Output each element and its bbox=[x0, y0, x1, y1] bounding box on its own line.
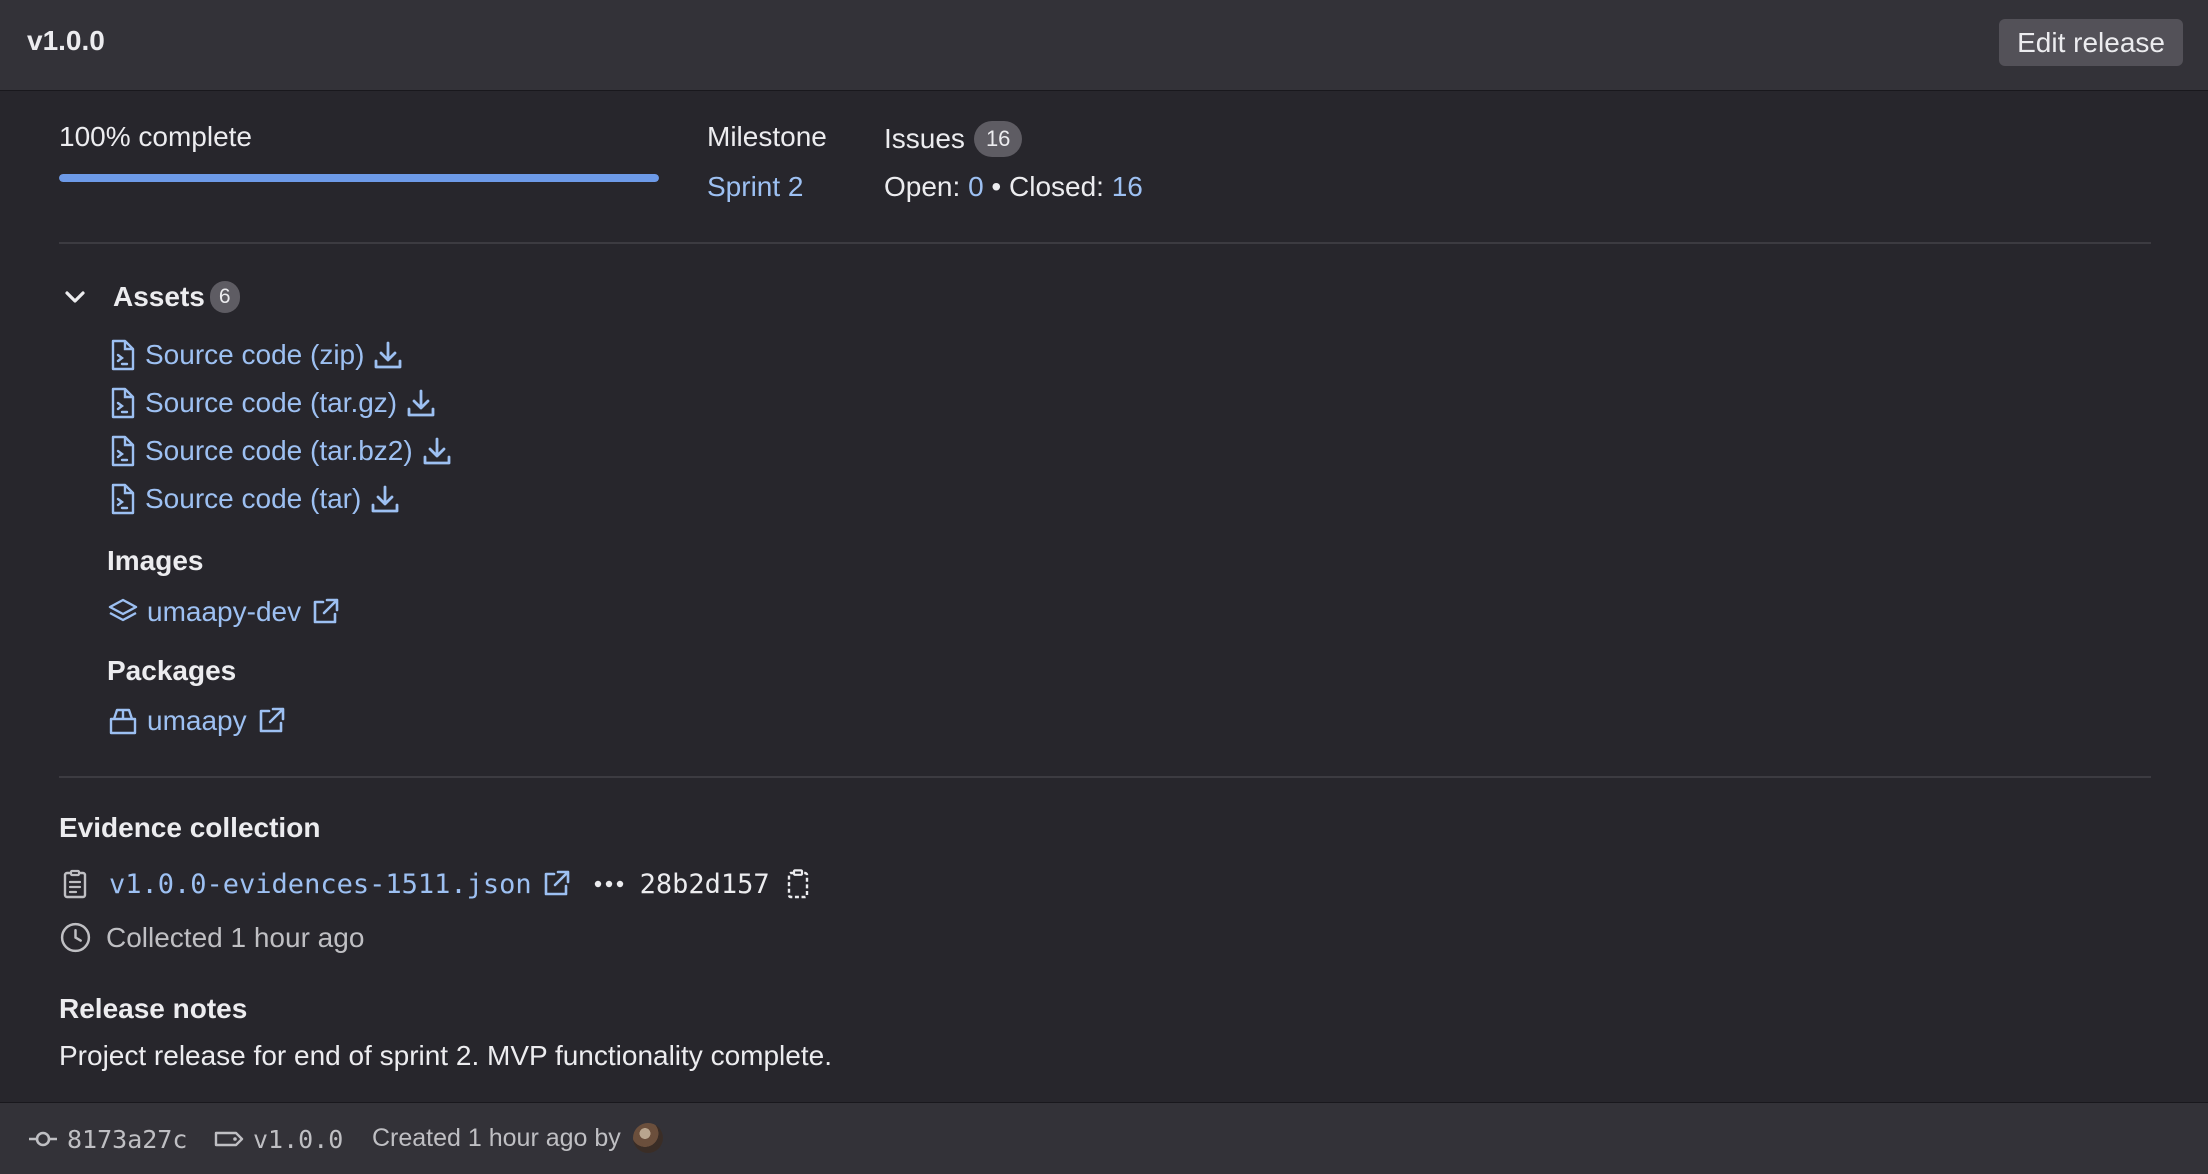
ellipsis-icon[interactable] bbox=[592, 868, 626, 900]
footer-commit-sha: 8173a27c bbox=[67, 1124, 188, 1154]
external-link-icon[interactable] bbox=[540, 868, 572, 900]
footer-tag[interactable]: v1.0.0 bbox=[213, 1123, 343, 1155]
evidence-collected-row: Collected 1 hour ago bbox=[59, 921, 364, 954]
asset-source-tar[interactable]: Source code (tar) bbox=[107, 483, 401, 515]
images-heading: Images bbox=[107, 545, 204, 576]
file-code-icon bbox=[107, 483, 137, 515]
asset-source-targz[interactable]: Source code (tar.gz) bbox=[107, 387, 437, 419]
release-footer: 8173a27c v1.0.0 Created 1 hour ago by bbox=[0, 1102, 2208, 1174]
package-icon bbox=[107, 705, 139, 737]
footer-commit[interactable]: 8173a27c bbox=[27, 1123, 187, 1155]
release-notes-heading: Release notes bbox=[59, 993, 248, 1024]
download-icon[interactable] bbox=[369, 483, 401, 515]
edit-release-button[interactable]: Edit release bbox=[1999, 19, 2183, 66]
evidence-row: v1.0.0-evidences-1511.json 28b2d157 bbox=[59, 868, 814, 900]
issues-closed-link[interactable]: 16 bbox=[1112, 171, 1143, 202]
progress-bar-fill bbox=[59, 174, 659, 182]
issues-closed-label: Closed: bbox=[1009, 171, 1104, 202]
issues-summary: Open: 0 • Closed: 16 bbox=[884, 171, 1143, 203]
package-asset[interactable]: umaapy bbox=[107, 705, 287, 737]
issues-label: Issues bbox=[884, 123, 965, 154]
milestone-link[interactable]: Sprint 2 bbox=[707, 171, 804, 203]
issues-count-badge: 16 bbox=[973, 121, 1023, 157]
clipboard-icon bbox=[59, 868, 91, 900]
issues-open-label: Open: bbox=[884, 171, 961, 202]
assets-count-badge: 6 bbox=[209, 281, 240, 313]
image-asset-link[interactable]: umaapy-dev bbox=[147, 596, 301, 628]
progress-bar bbox=[59, 174, 659, 182]
footer-tag-name: v1.0.0 bbox=[253, 1124, 344, 1154]
container-image-icon bbox=[107, 596, 139, 628]
evidence-collected-text: Collected 1 hour ago bbox=[106, 921, 365, 953]
issues-separator: • bbox=[991, 171, 1002, 202]
release-notes-text: Project release for end of sprint 2. MVP… bbox=[59, 1040, 832, 1071]
chevron-down-icon bbox=[59, 281, 91, 313]
avatar[interactable] bbox=[632, 1123, 663, 1153]
assets-title: Assets bbox=[113, 281, 205, 312]
divider bbox=[59, 242, 2151, 244]
footer-created-text: Created 1 hour ago by bbox=[372, 1123, 621, 1152]
asset-source-tarbz2[interactable]: Source code (tar.bz2) bbox=[107, 435, 453, 467]
packages-heading: Packages bbox=[107, 655, 237, 686]
commit-icon bbox=[27, 1123, 59, 1155]
divider bbox=[59, 776, 2151, 778]
footer-created: Created 1 hour ago by bbox=[372, 1123, 663, 1153]
clock-icon bbox=[59, 921, 92, 954]
image-asset[interactable]: umaapy-dev bbox=[107, 596, 341, 628]
issues-heading: Issues 16 bbox=[884, 121, 1023, 157]
file-code-icon bbox=[107, 387, 137, 419]
external-link-icon bbox=[309, 596, 341, 628]
external-link-icon bbox=[255, 705, 287, 737]
download-icon[interactable] bbox=[405, 387, 437, 419]
copy-icon[interactable] bbox=[782, 868, 814, 900]
evidence-file-link[interactable]: v1.0.0-evidences-1511.json bbox=[109, 869, 532, 900]
asset-source-zip-link[interactable]: Source code (zip) bbox=[145, 339, 364, 371]
release-header: v1.0.0 Edit release bbox=[0, 0, 2208, 91]
file-code-icon bbox=[107, 435, 137, 467]
issues-open-link[interactable]: 0 bbox=[968, 171, 984, 202]
progress-label: 100% complete bbox=[59, 121, 253, 152]
download-icon[interactable] bbox=[421, 435, 453, 467]
evidence-heading: Evidence collection bbox=[59, 812, 321, 843]
file-code-icon bbox=[107, 339, 137, 371]
tag-icon bbox=[213, 1123, 245, 1155]
release-tag-title: v1.0.0 bbox=[27, 25, 105, 56]
evidence-sha: 28b2d157 bbox=[639, 868, 770, 900]
assets-toggle[interactable]: Assets 6 bbox=[59, 281, 240, 313]
asset-source-tarbz2-link[interactable]: Source code (tar.bz2) bbox=[145, 435, 413, 467]
asset-source-tar-link[interactable]: Source code (tar) bbox=[145, 483, 361, 515]
milestone-label: Milestone bbox=[707, 121, 827, 152]
asset-source-targz-link[interactable]: Source code (tar.gz) bbox=[145, 387, 397, 419]
asset-source-zip[interactable]: Source code (zip) bbox=[107, 339, 404, 371]
package-asset-link[interactable]: umaapy bbox=[147, 705, 247, 737]
download-icon[interactable] bbox=[372, 339, 404, 371]
